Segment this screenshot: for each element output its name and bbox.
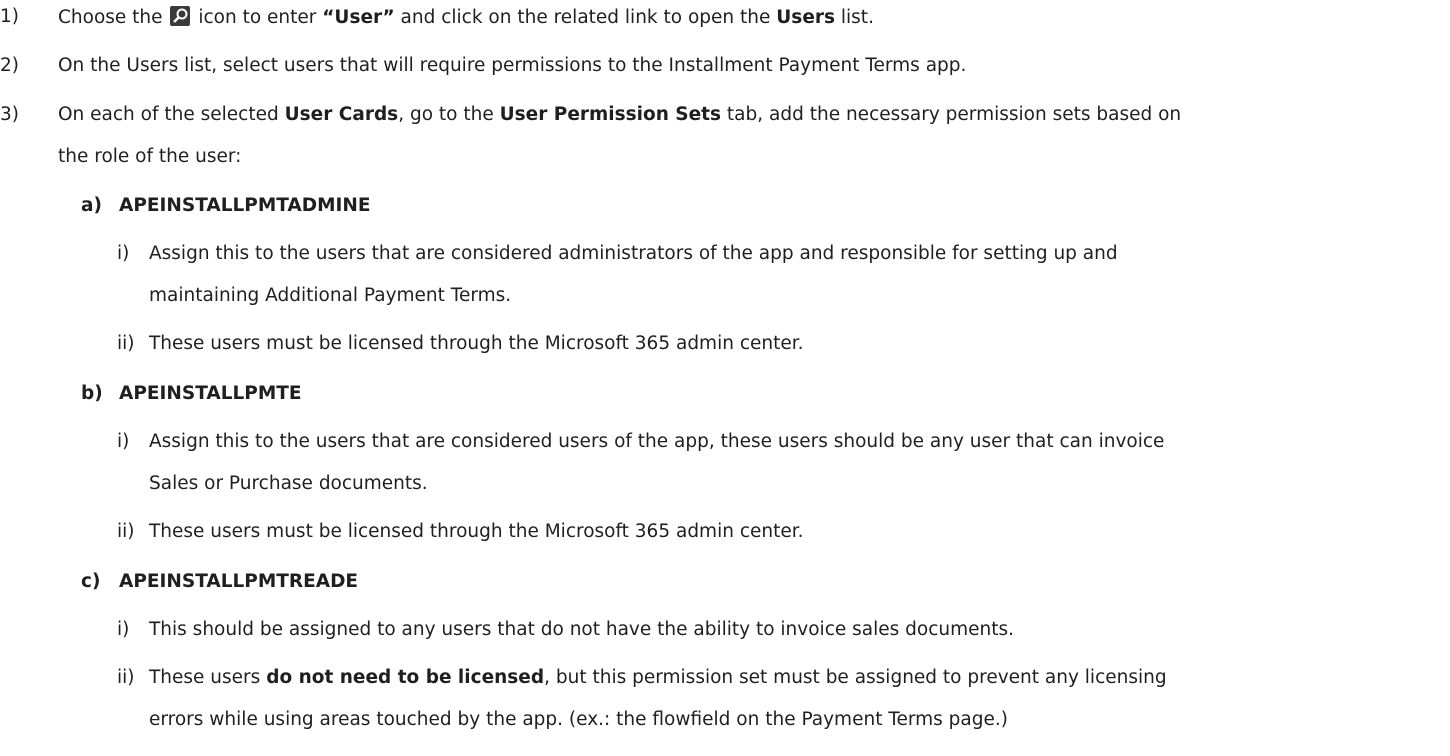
- step-text: On each of the selected User Cards, go t…: [58, 104, 1182, 125]
- step-number: 1): [0, 6, 19, 27]
- role-a-item-i-cont: maintaining Additional Payment Terms.: [149, 285, 512, 306]
- step-3-continuation: the role of the user:: [58, 146, 242, 167]
- role-b-heading: b) APEINSTALLPMTE: [81, 383, 302, 404]
- document-page: 1) Choose the icon to enter “User” and c…: [0, 6, 1182, 730]
- step-number: 2): [0, 55, 19, 76]
- step-text: On the Users list, select users that wil…: [58, 55, 967, 76]
- step-number: 3): [0, 104, 19, 125]
- role-b-item-i-cont: Sales or Purchase documents.: [149, 473, 428, 494]
- role-a-heading: a) APEINSTALLPMTADMINE: [81, 195, 371, 216]
- role-c-item-ii-cont: errors while using areas touched by the …: [149, 709, 1008, 730]
- step-text: Choose the icon to enter “User” and clic…: [58, 6, 874, 28]
- role-c-heading: c) APEINSTALLPMTREADE: [81, 571, 359, 592]
- search-icon: [170, 6, 191, 26]
